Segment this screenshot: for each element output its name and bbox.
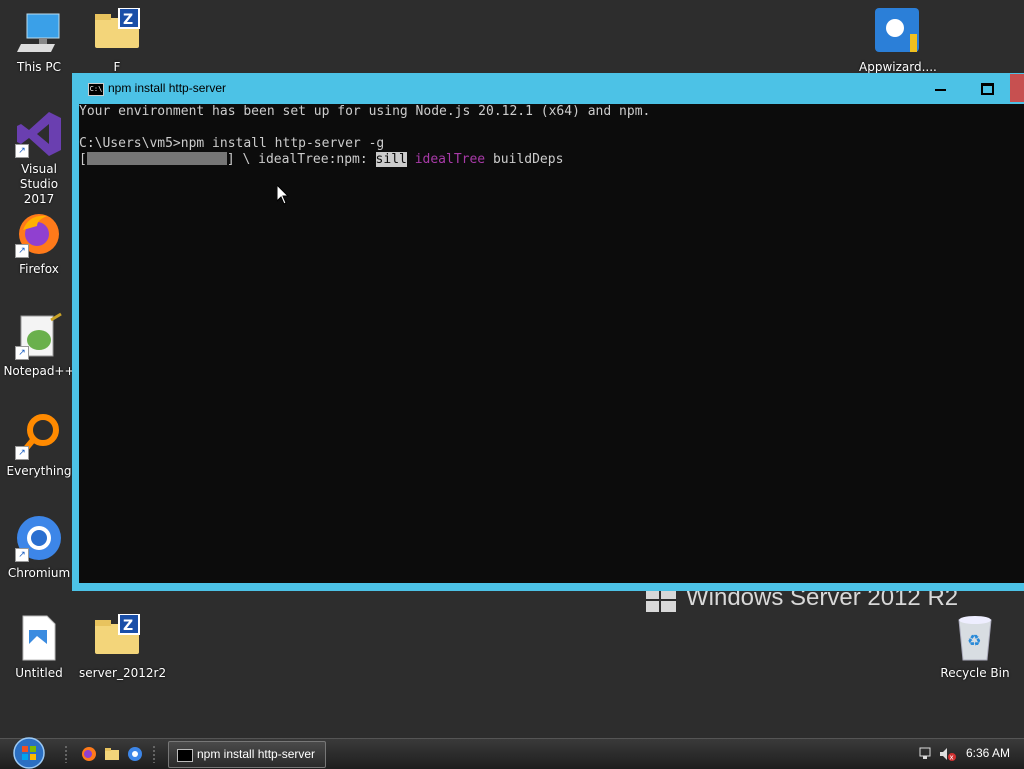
desktop-icon-label: Visual Studio 2017 — [19, 162, 59, 206]
desktop-icon-label: Everything — [6, 464, 72, 478]
shortcut-arrow-icon: ↗ — [15, 446, 29, 460]
shortcut-arrow-icon: ↗ — [15, 144, 29, 158]
console-app-icon: C:\ — [88, 83, 104, 96]
console-titlebar[interactable]: C:\ npm install http-server — [72, 73, 1024, 104]
firefox-icon: ↗ — [15, 210, 63, 258]
system-tray[interactable]: x — [918, 746, 962, 762]
taskbar-grip[interactable] — [152, 745, 156, 763]
close-button[interactable] — [1010, 74, 1024, 102]
notepadpp-icon: ↗ — [15, 312, 63, 360]
console-app-icon — [177, 749, 193, 762]
taskbar: npm install http-server x 6:36 AM — [0, 737, 1024, 769]
desktop-icon-label: Untitled — [15, 666, 63, 680]
desktop-icon-label: Firefox — [19, 262, 59, 276]
recycle-bin-icon: ♻ — [951, 614, 999, 662]
start-button[interactable] — [8, 737, 50, 769]
svg-text:Z: Z — [123, 618, 133, 634]
mouse-cursor-icon — [277, 185, 289, 205]
progress-bracket-open: [ — [79, 152, 87, 167]
progress-bar — [86, 152, 227, 165]
taskbar-button-label: npm install http-server — [197, 747, 316, 761]
chromium-icon[interactable] — [127, 746, 143, 762]
network-icon — [919, 747, 931, 759]
file-explorer-icon[interactable] — [104, 746, 120, 762]
desktop-icon-f[interactable]: Z F — [79, 7, 155, 75]
computer-icon — [15, 8, 63, 56]
zip-folder-icon: Z — [93, 613, 141, 662]
desktop-icon-label: Chromium — [7, 566, 71, 580]
prompt-line: C:\Users\vm5>npm install http-server -g — [79, 136, 385, 151]
shortcut-arrow-icon: ↗ — [15, 548, 29, 562]
maximize-icon — [981, 83, 994, 95]
log-level-sill: sill — [375, 152, 407, 167]
svg-text:x: x — [950, 754, 954, 762]
windows-logo-icon — [646, 589, 676, 612]
desktop-icon-appwizard[interactable]: Appwizard.... — [859, 8, 937, 75]
firefox-icon[interactable] — [81, 746, 97, 762]
console-window[interactable]: C:\ npm install http-server Your environ… — [72, 73, 1024, 591]
env-line: Your environment has been set up for usi… — [79, 104, 651, 119]
clock[interactable]: 6:36 AM — [966, 746, 1010, 760]
desktop-icon-untitled[interactable]: Untitled — [1, 614, 77, 681]
desktop-icon-firefox[interactable]: ↗ Firefox — [1, 210, 77, 277]
desktop-icon-chromium[interactable]: ↗ Chromium — [1, 514, 77, 581]
desktop-icon-notepadpp[interactable]: ↗ Notepad++ — [1, 312, 77, 379]
desktop-icon-label: Notepad++ — [3, 364, 75, 378]
desktop-icon-recycle-bin[interactable]: ♻ Recycle Bin — [937, 614, 1013, 681]
svg-text:♻: ♻ — [967, 631, 981, 650]
svg-text:Z: Z — [123, 12, 133, 28]
desktop-icon-label: server_2012r2 — [79, 666, 167, 680]
desktop-icon-visual-studio[interactable]: ↗ Visual Studio 2017 — [1, 110, 77, 207]
shortcut-arrow-icon: ↗ — [15, 244, 29, 258]
desktop-icon-label: Recycle Bin — [940, 666, 1010, 680]
image-file-icon — [15, 614, 63, 662]
visual-studio-icon: ↗ — [15, 110, 63, 158]
minimize-button[interactable] — [918, 74, 964, 102]
log-message: buildDeps — [485, 152, 564, 167]
desktop-icon-everything[interactable]: ↗ Everything — [1, 412, 77, 479]
progress-line: [ ] \ idealTree:npm: sill idealTree build… — [79, 152, 563, 168]
console-title: npm install http-server — [108, 81, 227, 95]
minimize-icon — [935, 89, 946, 91]
chromium-icon: ↗ — [15, 514, 63, 562]
desktop-icon-this-pc[interactable]: This PC — [1, 8, 77, 75]
shortcut-arrow-icon: ↗ — [15, 346, 29, 360]
everything-search-icon: ↗ — [15, 412, 63, 460]
console-output[interactable]: Your environment has been set up for usi… — [79, 104, 1024, 583]
progress-status: ] \ idealTree:npm: — [226, 152, 376, 167]
appwizard-icon — [873, 8, 921, 56]
zip-folder-icon: Z — [93, 7, 141, 56]
desktop-icon-server-2012r2[interactable]: Z server_2012r2 — [79, 613, 167, 681]
taskbar-grip[interactable] — [64, 745, 68, 763]
maximize-button[interactable] — [964, 74, 1010, 102]
volume-muted-icon: x — [940, 748, 956, 762]
desktop-icon-label: This PC — [17, 60, 61, 74]
log-prefix-idealtree: idealTree — [414, 152, 486, 167]
taskbar-button-console[interactable]: npm install http-server — [168, 741, 326, 768]
